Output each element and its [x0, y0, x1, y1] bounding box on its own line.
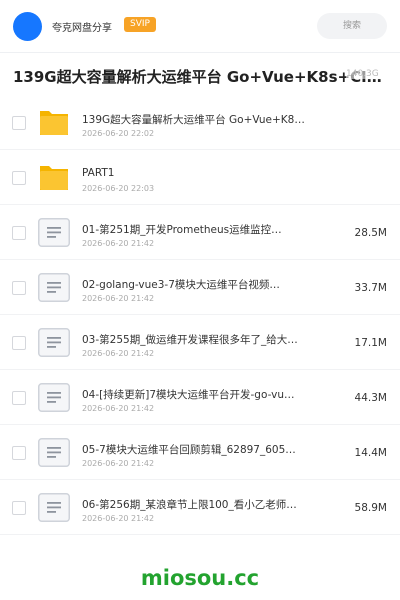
file-size: 17.1M [354, 337, 387, 349]
row-checkbox[interactable] [12, 226, 26, 240]
file-date: 2026-06-20 21:42 [82, 404, 155, 413]
file-date: 2026-06-20 21:42 [82, 239, 155, 248]
file-name[interactable]: 139G超大容量解析大运维平台 Go+Vue+K8… [82, 112, 307, 127]
avatar[interactable] [13, 12, 42, 41]
file-size: 28.5M [354, 227, 387, 239]
header-divider [0, 52, 400, 53]
row-checkbox[interactable] [12, 391, 26, 405]
document-icon [38, 383, 70, 412]
file-name[interactable]: PART1 [82, 167, 307, 179]
file-row[interactable]: 05-7模块大运维平台回顾剪辑_62897_605… 2026-06-20 21:… [0, 425, 400, 480]
file-name[interactable]: 04-[持续更新]7模块大运维平台开发-go-vu… [82, 387, 307, 402]
file-name[interactable]: 05-7模块大运维平台回顾剪辑_62897_605… [82, 442, 307, 457]
user-name[interactable]: 夸克网盘分享 [52, 19, 112, 34]
document-icon [38, 438, 70, 467]
share-total-size: 140.3G [346, 69, 379, 79]
file-list: 139G超大容量解析大运维平台 Go+Vue+K8… 2026-06-20 22:… [0, 95, 400, 535]
document-icon [38, 218, 70, 247]
row-checkbox[interactable] [12, 116, 26, 130]
watermark: miosou.cc [140, 566, 260, 590]
file-size: 14.4M [354, 447, 387, 459]
file-date: 2026-06-20 22:03 [82, 184, 155, 193]
folder-icon [38, 163, 70, 192]
file-name[interactable]: 06-第256期_某浪章节上限100_看小乙老师如… [82, 497, 307, 512]
file-row[interactable]: PART1 2026-06-20 22:03 [0, 150, 400, 205]
header: 夸克网盘分享 SVIP 搜索 [0, 0, 400, 52]
file-row[interactable]: 139G超大容量解析大运维平台 Go+Vue+K8… 2026-06-20 22:… [0, 95, 400, 150]
file-size: 33.7M [354, 282, 387, 294]
share-title: 139G超大容量解析大运维平台 Go+Vue+K8s+CICD… [13, 68, 385, 86]
file-size: 58.9M [354, 502, 387, 514]
file-date: 2026-06-20 21:42 [82, 294, 155, 303]
svip-badge: SVIP [124, 17, 156, 32]
file-row[interactable]: 01-第251期_开发Prometheus运维监控… 2026-06-20 21:… [0, 205, 400, 260]
file-name[interactable]: 02-golang-vue3-7模块大运维平台视频… [82, 277, 307, 292]
row-checkbox[interactable] [12, 446, 26, 460]
file-row[interactable]: 06-第256期_某浪章节上限100_看小乙老师如… 2026-06-20 21:… [0, 480, 400, 535]
file-date: 2026-06-20 21:42 [82, 349, 155, 358]
file-row[interactable]: 04-[持续更新]7模块大运维平台开发-go-vu… 2026-06-20 21:… [0, 370, 400, 425]
row-checkbox[interactable] [12, 336, 26, 350]
file-size: 44.3M [354, 392, 387, 404]
row-checkbox[interactable] [12, 281, 26, 295]
file-date: 2026-06-20 22:02 [82, 129, 155, 138]
document-icon [38, 493, 70, 522]
file-row[interactable]: 03-第255期_做运维开发课程很多年了_给大家分… 2026-06-20 21:… [0, 315, 400, 370]
document-icon [38, 273, 70, 302]
file-row[interactable]: 02-golang-vue3-7模块大运维平台视频… 2026-06-20 21:… [0, 260, 400, 315]
file-name[interactable]: 01-第251期_开发Prometheus运维监控… [82, 222, 307, 237]
folder-icon [38, 108, 70, 137]
search-input[interactable]: 搜索 [317, 13, 387, 39]
file-date: 2026-06-20 21:42 [82, 459, 155, 468]
file-name[interactable]: 03-第255期_做运维开发课程很多年了_给大家分… [82, 332, 307, 347]
file-date: 2026-06-20 21:42 [82, 514, 155, 523]
row-checkbox[interactable] [12, 501, 26, 515]
document-icon [38, 328, 70, 357]
row-checkbox[interactable] [12, 171, 26, 185]
